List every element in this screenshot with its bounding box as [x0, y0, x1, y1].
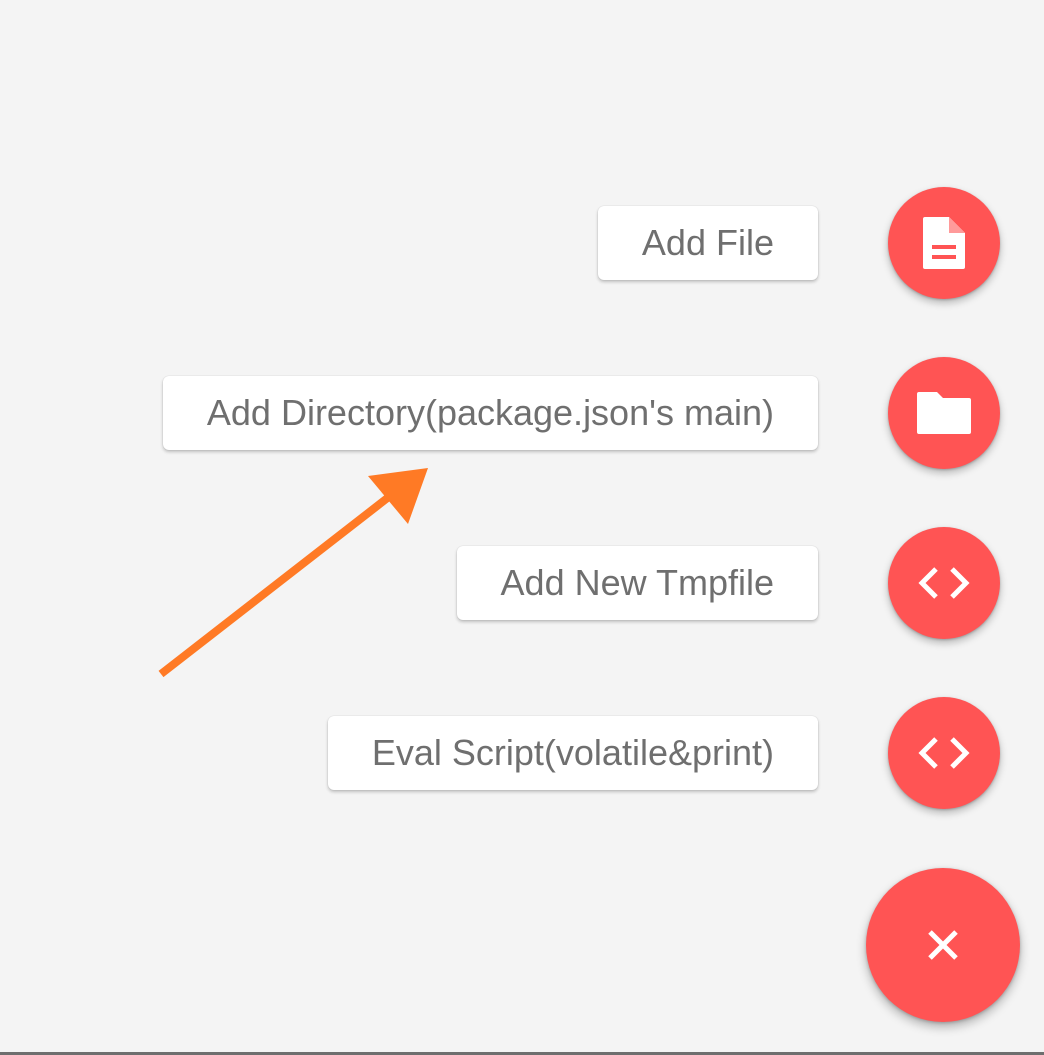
add-file-label[interactable]: Add File [597, 206, 818, 280]
add-tmpfile-label[interactable]: Add New Tmpfile [456, 546, 818, 620]
add-directory-label[interactable]: Add Directory(package.json's main) [162, 376, 818, 450]
add-tmpfile-button[interactable] [888, 527, 1000, 639]
close-speed-dial-button[interactable] [866, 868, 1020, 1022]
speed-dial-item-eval-script: Eval Script(volatile&print) [327, 697, 1000, 809]
add-file-button[interactable] [888, 187, 1000, 299]
speed-dial-item-add-file: Add File [597, 187, 1000, 299]
code-icon [918, 567, 970, 599]
add-directory-button[interactable] [888, 357, 1000, 469]
close-icon [928, 930, 958, 960]
speed-dial-item-add-directory: Add Directory(package.json's main) [162, 357, 1000, 469]
file-icon [923, 217, 965, 269]
folder-icon [917, 392, 971, 434]
speed-dial-item-add-tmpfile: Add New Tmpfile [456, 527, 1000, 639]
code-icon [918, 737, 970, 769]
eval-script-label[interactable]: Eval Script(volatile&print) [327, 716, 818, 790]
eval-script-button[interactable] [888, 697, 1000, 809]
